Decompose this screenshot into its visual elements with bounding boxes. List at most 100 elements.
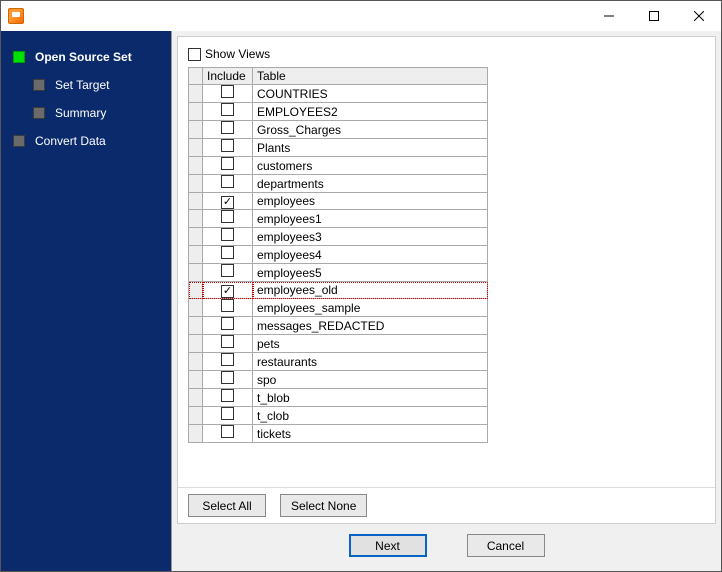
table-row[interactable]: pets — [189, 335, 488, 353]
table-row[interactable]: tickets — [189, 425, 488, 443]
row-header[interactable] — [189, 193, 203, 210]
table-name-cell[interactable]: Gross_Charges — [253, 121, 488, 139]
row-header[interactable] — [189, 157, 203, 175]
row-header[interactable] — [189, 389, 203, 407]
table-name-cell[interactable]: messages_REDACTED — [253, 317, 488, 335]
include-cell[interactable] — [203, 282, 253, 299]
close-button[interactable] — [676, 1, 721, 31]
table-row[interactable]: employees5 — [189, 264, 488, 282]
select-all-button[interactable]: Select All — [188, 494, 266, 517]
table-row[interactable]: spo — [189, 371, 488, 389]
include-cell[interactable] — [203, 228, 253, 246]
include-checkbox[interactable] — [221, 157, 234, 170]
col-table[interactable]: Table — [253, 68, 488, 85]
include-cell[interactable] — [203, 85, 253, 103]
row-header[interactable] — [189, 407, 203, 425]
include-checkbox[interactable] — [221, 264, 234, 277]
row-header[interactable] — [189, 317, 203, 335]
wizard-step[interactable]: Convert Data — [1, 127, 171, 155]
table-name-cell[interactable]: employees4 — [253, 246, 488, 264]
table-row[interactable]: t_clob — [189, 407, 488, 425]
row-header[interactable] — [189, 425, 203, 443]
select-none-button[interactable]: Select None — [280, 494, 367, 517]
include-cell[interactable] — [203, 425, 253, 443]
include-cell[interactable] — [203, 139, 253, 157]
table-name-cell[interactable]: spo — [253, 371, 488, 389]
row-header[interactable] — [189, 85, 203, 103]
include-cell[interactable] — [203, 299, 253, 317]
include-checkbox[interactable] — [221, 335, 234, 348]
show-views-checkbox[interactable] — [188, 48, 201, 61]
table-row[interactable]: employees_old — [189, 282, 488, 299]
table-name-cell[interactable]: employees1 — [253, 210, 488, 228]
row-header[interactable] — [189, 353, 203, 371]
table-row[interactable]: employees3 — [189, 228, 488, 246]
table-row[interactable]: COUNTRIES — [189, 85, 488, 103]
row-header[interactable] — [189, 103, 203, 121]
row-header[interactable] — [189, 121, 203, 139]
table-name-cell[interactable]: Plants — [253, 139, 488, 157]
table-name-cell[interactable]: employees_old — [253, 282, 488, 299]
table-name-cell[interactable]: employees_sample — [253, 299, 488, 317]
include-cell[interactable] — [203, 210, 253, 228]
table-name-cell[interactable]: EMPLOYEES2 — [253, 103, 488, 121]
table-name-cell[interactable]: employees — [253, 193, 488, 210]
next-button[interactable]: Next — [349, 534, 427, 557]
include-cell[interactable] — [203, 193, 253, 210]
table-name-cell[interactable]: employees3 — [253, 228, 488, 246]
include-cell[interactable] — [203, 264, 253, 282]
table-row[interactable]: employees — [189, 193, 488, 210]
include-checkbox[interactable] — [221, 407, 234, 420]
table-row[interactable]: messages_REDACTED — [189, 317, 488, 335]
row-header[interactable] — [189, 228, 203, 246]
include-cell[interactable] — [203, 175, 253, 193]
table-name-cell[interactable]: restaurants — [253, 353, 488, 371]
table-name-cell[interactable]: customers — [253, 157, 488, 175]
row-header[interactable] — [189, 210, 203, 228]
maximize-button[interactable] — [631, 1, 676, 31]
col-include[interactable]: Include — [203, 68, 253, 85]
table-row[interactable]: t_blob — [189, 389, 488, 407]
include-checkbox[interactable] — [221, 139, 234, 152]
table-row[interactable]: employees_sample — [189, 299, 488, 317]
table-name-cell[interactable]: t_clob — [253, 407, 488, 425]
include-cell[interactable] — [203, 353, 253, 371]
include-checkbox[interactable] — [221, 389, 234, 402]
row-header[interactable] — [189, 175, 203, 193]
table-row[interactable]: employees1 — [189, 210, 488, 228]
include-checkbox[interactable] — [221, 103, 234, 116]
table-name-cell[interactable]: t_blob — [253, 389, 488, 407]
include-cell[interactable] — [203, 371, 253, 389]
include-checkbox[interactable] — [221, 246, 234, 259]
include-cell[interactable] — [203, 335, 253, 353]
wizard-step[interactable]: Summary — [1, 99, 171, 127]
include-cell[interactable] — [203, 317, 253, 335]
include-checkbox[interactable] — [221, 371, 234, 384]
include-checkbox[interactable] — [221, 285, 234, 298]
table-row[interactable]: employees4 — [189, 246, 488, 264]
table-name-cell[interactable]: pets — [253, 335, 488, 353]
cancel-button[interactable]: Cancel — [467, 534, 545, 557]
include-checkbox[interactable] — [221, 121, 234, 134]
table-name-cell[interactable]: tickets — [253, 425, 488, 443]
row-header[interactable] — [189, 264, 203, 282]
table-name-cell[interactable]: COUNTRIES — [253, 85, 488, 103]
wizard-step[interactable]: Open Source Set — [1, 43, 171, 71]
include-checkbox[interactable] — [221, 228, 234, 241]
wizard-step[interactable]: Set Target — [1, 71, 171, 99]
include-checkbox[interactable] — [221, 196, 234, 209]
row-header[interactable] — [189, 335, 203, 353]
row-header[interactable] — [189, 371, 203, 389]
include-checkbox[interactable] — [221, 210, 234, 223]
row-header[interactable] — [189, 246, 203, 264]
include-checkbox[interactable] — [221, 317, 234, 330]
row-header[interactable] — [189, 139, 203, 157]
table-row[interactable]: restaurants — [189, 353, 488, 371]
table-row[interactable]: Plants — [189, 139, 488, 157]
include-cell[interactable] — [203, 389, 253, 407]
table-name-cell[interactable]: departments — [253, 175, 488, 193]
include-cell[interactable] — [203, 407, 253, 425]
include-checkbox[interactable] — [221, 299, 234, 312]
include-checkbox[interactable] — [221, 425, 234, 438]
include-cell[interactable] — [203, 121, 253, 139]
